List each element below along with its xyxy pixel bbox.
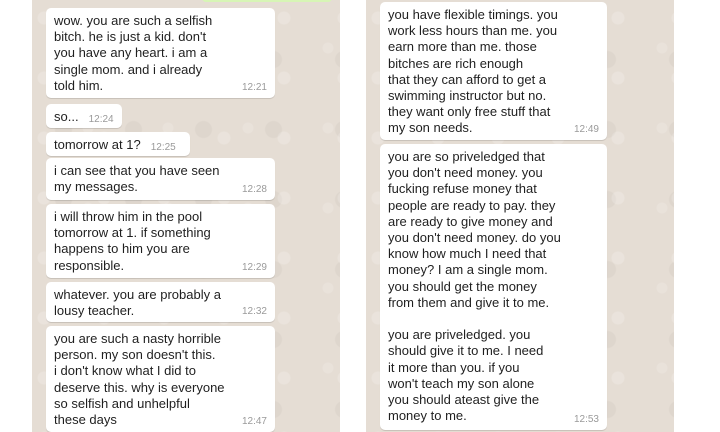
message-bubble[interactable]: so... 12:24 — [46, 104, 122, 128]
message-bubble[interactable]: i will throw him in the pool tomorrow at… — [46, 204, 275, 278]
message-text: tomorrow at 1? — [54, 137, 141, 152]
message-time: 12:53 — [573, 414, 599, 425]
message-time: 12:28 — [241, 184, 267, 195]
message-text: i can see that you have seen my messages… — [54, 163, 220, 195]
message-bubble[interactable]: wow. you are such a selfish bitch. he is… — [46, 8, 275, 98]
message-bubble[interactable]: you are so priveledged that you don't ne… — [380, 144, 607, 430]
message-bubble[interactable]: you have flexible timings. you work less… — [380, 2, 607, 140]
message-time: 12:25 — [150, 142, 176, 153]
message-time: 12:24 — [88, 114, 114, 125]
message-bubble[interactable]: whatever. you are probably a lousy teach… — [46, 282, 275, 322]
left-chat-panel[interactable]: wow. you are such a selfish bitch. he is… — [32, 0, 340, 432]
message-bubble[interactable]: tomorrow at 1? 12:25 — [46, 132, 190, 156]
message-text: you are so priveledged that you don't ne… — [388, 149, 561, 424]
message-text: i will throw him in the pool tomorrow at… — [54, 209, 211, 273]
message-time: 12:29 — [241, 262, 267, 273]
message-time: 12:21 — [241, 82, 267, 93]
message-bubble[interactable]: you are such a nasty horrible person. my… — [46, 326, 275, 432]
right-chat-panel[interactable]: you have flexible timings. you work less… — [366, 0, 674, 432]
message-time: 12:32 — [241, 306, 267, 317]
message-bubble[interactable]: i can see that you have seen my messages… — [46, 158, 275, 200]
message-text: you are such a nasty horrible person. my… — [54, 331, 225, 428]
message-time: 12:49 — [573, 124, 599, 135]
message-text: wow. you are such a selfish bitch. he is… — [54, 13, 213, 93]
message-text: so... — [54, 109, 79, 124]
message-time: 12:47 — [241, 416, 267, 427]
message-text: whatever. you are probably a lousy teach… — [54, 287, 221, 319]
outgoing-message-edge — [202, 0, 332, 2]
message-text: you have flexible timings. you work less… — [388, 7, 558, 136]
